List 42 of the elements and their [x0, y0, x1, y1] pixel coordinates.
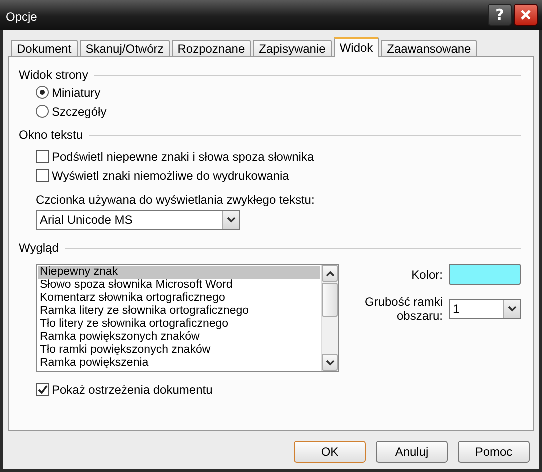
- dialog-button[interactable]: Anuluj: [376, 441, 448, 463]
- checkbox[interactable]: [36, 383, 49, 396]
- tab[interactable]: Dokument: [11, 40, 78, 57]
- radio-label: Szczegóły: [52, 104, 107, 118]
- group-title: Widok strony: [19, 68, 88, 82]
- radio-button[interactable]: [36, 86, 49, 99]
- radio-button[interactable]: [36, 105, 49, 118]
- tab[interactable]: Widok: [334, 37, 380, 57]
- scrollbar[interactable]: [321, 265, 338, 371]
- window-title: Opcje: [6, 9, 38, 24]
- list-item[interactable]: Ramka litery ze słownika ortograficznego: [38, 305, 320, 318]
- help-button[interactable]: ?: [488, 4, 512, 26]
- color-swatch[interactable]: [449, 264, 521, 285]
- dialog-button[interactable]: OK: [294, 441, 366, 463]
- dialog-button[interactable]: Pomoc: [458, 441, 530, 463]
- group-title: Wygląd: [19, 241, 59, 255]
- color-label: Kolor:: [410, 268, 443, 282]
- tab[interactable]: Zapisywanie: [253, 40, 332, 57]
- close-icon: [520, 9, 532, 21]
- list-box[interactable]: [36, 264, 339, 372]
- radio-label: Miniatury: [52, 86, 101, 100]
- list-item[interactable]: Ramka powiększenia: [38, 357, 320, 370]
- checkbox-label: Podświetl niepewne znaki i słowa spoza słownika: [52, 150, 314, 164]
- list-item[interactable]: Tło ramki powiększonych znaków: [38, 344, 320, 357]
- font-dropdown[interactable]: Arial Unicode MS: [36, 210, 240, 230]
- list-item[interactable]: Komentarz słownika ortograficznego: [38, 292, 320, 305]
- list-item[interactable]: Niepewny znak: [38, 266, 320, 279]
- tab[interactable]: Skanuj/Otwórz: [80, 40, 170, 57]
- tab[interactable]: Zaawansowane: [381, 40, 478, 57]
- font-label: Czcionka używana do wyświetlania zwykłego tekstu:: [36, 193, 315, 207]
- list-item[interactable]: Tło litery ze słownika ortograficznego: [38, 318, 320, 331]
- border-width-label: Grubość ramki obszaru:: [364, 295, 443, 323]
- checkbox-label: Wyświetl znaki niemożliwe do wydrukowania: [52, 168, 290, 182]
- border-width-dropdown[interactable]: 1: [449, 299, 521, 319]
- list-item[interactable]: Ramka powiększonych znaków: [38, 331, 320, 344]
- checkbox-label: Pokaż ostrzeżenia dokumentu: [52, 382, 213, 396]
- checkbox[interactable]: [36, 169, 49, 182]
- tab[interactable]: Rozpoznane: [172, 40, 252, 57]
- close-button[interactable]: [514, 4, 538, 26]
- group-title: Okno tekstu: [19, 128, 84, 142]
- checkbox[interactable]: [36, 150, 49, 163]
- list-item[interactable]: Słowo spoza słownika Microsoft Word: [38, 279, 320, 292]
